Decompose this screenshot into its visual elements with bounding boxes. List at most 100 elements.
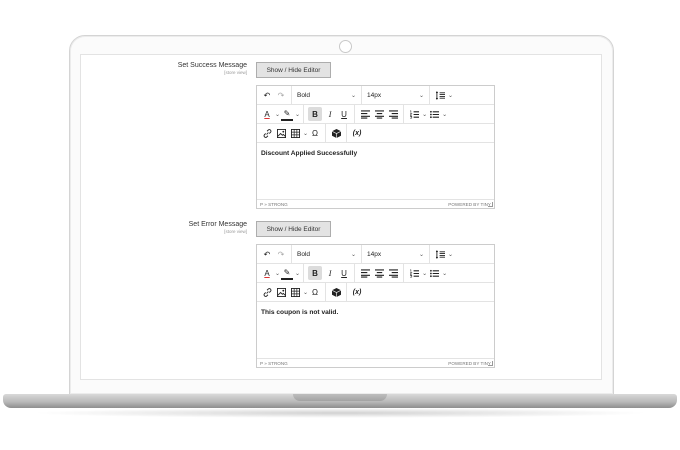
toolbar-row-1: ↶ ↷ Bold ⌄ 14px ⌄ ⌄ bbox=[257, 85, 494, 105]
chevron-down-icon: ⌄ bbox=[448, 92, 454, 99]
redo-icon[interactable]: ↷ bbox=[275, 247, 287, 261]
resize-handle-icon[interactable] bbox=[488, 202, 493, 207]
align-left-icon[interactable] bbox=[359, 266, 371, 280]
line-height-group: ⌄ bbox=[430, 245, 456, 264]
block-format-value: Bold bbox=[297, 91, 311, 99]
bold-icon[interactable]: B bbox=[308, 107, 323, 121]
toolbar-row-2: A ⌄ ✎ ⌄ B I U ⌄ ⌄ bbox=[257, 104, 494, 124]
highlight-icon[interactable]: ✎ bbox=[281, 107, 294, 121]
link-icon[interactable] bbox=[261, 285, 273, 299]
font-size-select[interactable]: 14px ⌄ bbox=[362, 85, 430, 105]
chevron-down-icon: ⌄ bbox=[448, 251, 454, 258]
insert-variable-icon[interactable]: (x) bbox=[351, 126, 363, 140]
toolbar-row-2: A ⌄ ✎ ⌄ B I U ⌄ ⌄ bbox=[257, 263, 494, 283]
format-group: B I U bbox=[304, 263, 356, 283]
chevron-down-icon: ⌄ bbox=[442, 111, 448, 118]
widget-cube-icon[interactable] bbox=[330, 126, 342, 140]
chevron-down-icon: ⌄ bbox=[350, 92, 356, 99]
image-icon[interactable] bbox=[275, 285, 287, 299]
align-group bbox=[355, 263, 405, 283]
underline-icon[interactable]: U bbox=[338, 107, 350, 121]
toolbar-row-3: ⌄ Ω (x) bbox=[257, 282, 494, 302]
laptop-screen: Set Success Message [store view] Show / … bbox=[80, 54, 602, 380]
widget-group bbox=[326, 282, 348, 302]
link-icon[interactable] bbox=[261, 126, 273, 140]
element-path[interactable]: P » STRONG bbox=[260, 202, 288, 207]
success-label-col: Set Success Message [store view] bbox=[81, 62, 247, 75]
variable-group: (x) bbox=[347, 124, 367, 143]
block-format-select[interactable]: Bold ⌄ bbox=[292, 244, 362, 264]
rich-text-editor: ↶ ↷ Bold ⌄ 14px ⌄ ⌄ A ⌄ ✎ ⌄ B I U ⌄ ⌄ ⌄ … bbox=[256, 244, 495, 368]
font-color-icon[interactable]: A bbox=[261, 266, 273, 280]
image-icon[interactable] bbox=[275, 126, 287, 140]
bold-icon[interactable]: B bbox=[308, 266, 323, 280]
toolbar-row-1: ↶ ↷ Bold ⌄ 14px ⌄ ⌄ bbox=[257, 244, 494, 264]
font-size-value: 14px bbox=[367, 91, 382, 99]
special-character-icon[interactable]: Ω bbox=[309, 126, 321, 140]
chevron-down-icon: ⌄ bbox=[295, 270, 301, 277]
resize-handle-icon[interactable] bbox=[488, 361, 493, 366]
align-center-icon[interactable] bbox=[373, 107, 385, 121]
show-hide-editor-button[interactable]: Show / Hide Editor bbox=[256, 221, 331, 237]
font-size-select[interactable]: 14px ⌄ bbox=[362, 244, 430, 264]
align-right-icon[interactable] bbox=[387, 107, 399, 121]
chevron-down-icon: ⌄ bbox=[418, 92, 424, 99]
laptop-notch bbox=[293, 394, 387, 401]
show-hide-editor-button[interactable]: Show / Hide Editor bbox=[256, 62, 331, 78]
block-format-select[interactable]: Bold ⌄ bbox=[292, 85, 362, 105]
chevron-down-icon: ⌄ bbox=[295, 111, 301, 118]
chevron-down-icon: ⌄ bbox=[275, 270, 281, 277]
insert-group: ⌄ Ω bbox=[257, 282, 327, 302]
align-group bbox=[355, 104, 405, 124]
chevron-down-icon: ⌄ bbox=[350, 251, 356, 258]
editor-content[interactable]: This coupon is not valid. bbox=[261, 309, 489, 316]
highlight-icon[interactable]: ✎ bbox=[281, 266, 294, 280]
bullet-list-icon[interactable] bbox=[428, 266, 440, 280]
chevron-down-icon: ⌄ bbox=[303, 289, 309, 296]
chevron-down-icon: ⌄ bbox=[303, 130, 309, 137]
undo-icon[interactable]: ↶ bbox=[261, 88, 273, 102]
insert-variable-icon[interactable]: (x) bbox=[351, 285, 363, 299]
undo-icon[interactable]: ↶ bbox=[261, 247, 273, 261]
scope-label: [store view] bbox=[224, 229, 247, 234]
widget-cube-icon[interactable] bbox=[330, 285, 342, 299]
list-group: ⌄ ⌄ bbox=[404, 105, 450, 124]
element-path[interactable]: P » STRONG bbox=[260, 361, 288, 366]
list-group: ⌄ ⌄ bbox=[404, 264, 450, 283]
line-height-icon[interactable] bbox=[434, 88, 446, 102]
editor-statusbar: P » STRONG POWERED BY TINY bbox=[257, 358, 494, 367]
camera-icon bbox=[339, 40, 352, 53]
numbered-list-icon[interactable] bbox=[408, 266, 420, 280]
laptop-shadow bbox=[30, 408, 650, 418]
font-color-icon[interactable]: A bbox=[261, 107, 273, 121]
field-label: Set Error Message bbox=[188, 221, 247, 228]
align-left-icon[interactable] bbox=[359, 107, 371, 121]
bullet-list-icon[interactable] bbox=[428, 107, 440, 121]
field-label: Set Success Message bbox=[177, 62, 247, 69]
numbered-list-icon[interactable] bbox=[408, 107, 420, 121]
scene: Set Success Message [store view] Show / … bbox=[0, 0, 680, 450]
toolbar-row-3: ⌄ Ω (x) bbox=[257, 123, 494, 143]
italic-icon[interactable]: I bbox=[324, 107, 336, 121]
underline-icon[interactable]: U bbox=[338, 266, 350, 280]
line-height-group: ⌄ bbox=[430, 86, 456, 105]
chevron-down-icon: ⌄ bbox=[275, 111, 281, 118]
powered-by-tiny[interactable]: POWERED BY TINY bbox=[448, 202, 491, 207]
special-character-icon[interactable]: Ω bbox=[309, 285, 321, 299]
error-label-col: Set Error Message [store view] bbox=[81, 221, 247, 234]
align-center-icon[interactable] bbox=[373, 266, 385, 280]
chevron-down-icon: ⌄ bbox=[418, 251, 424, 258]
italic-icon[interactable]: I bbox=[324, 266, 336, 280]
format-group: B I U bbox=[304, 104, 356, 124]
widget-group bbox=[326, 123, 348, 143]
block-format-value: Bold bbox=[297, 250, 311, 258]
align-right-icon[interactable] bbox=[387, 266, 399, 280]
table-icon[interactable] bbox=[289, 126, 301, 140]
editor-content[interactable]: Discount Applied Successfully bbox=[261, 150, 489, 157]
powered-by-tiny[interactable]: POWERED BY TINY bbox=[448, 361, 491, 366]
table-icon[interactable] bbox=[289, 285, 301, 299]
line-height-icon[interactable] bbox=[434, 247, 446, 261]
redo-icon[interactable]: ↷ bbox=[275, 88, 287, 102]
font-size-value: 14px bbox=[367, 250, 382, 258]
rich-text-editor: ↶ ↷ Bold ⌄ 14px ⌄ ⌄ A ⌄ ✎ ⌄ B I U ⌄ ⌄ ⌄ … bbox=[256, 85, 495, 209]
